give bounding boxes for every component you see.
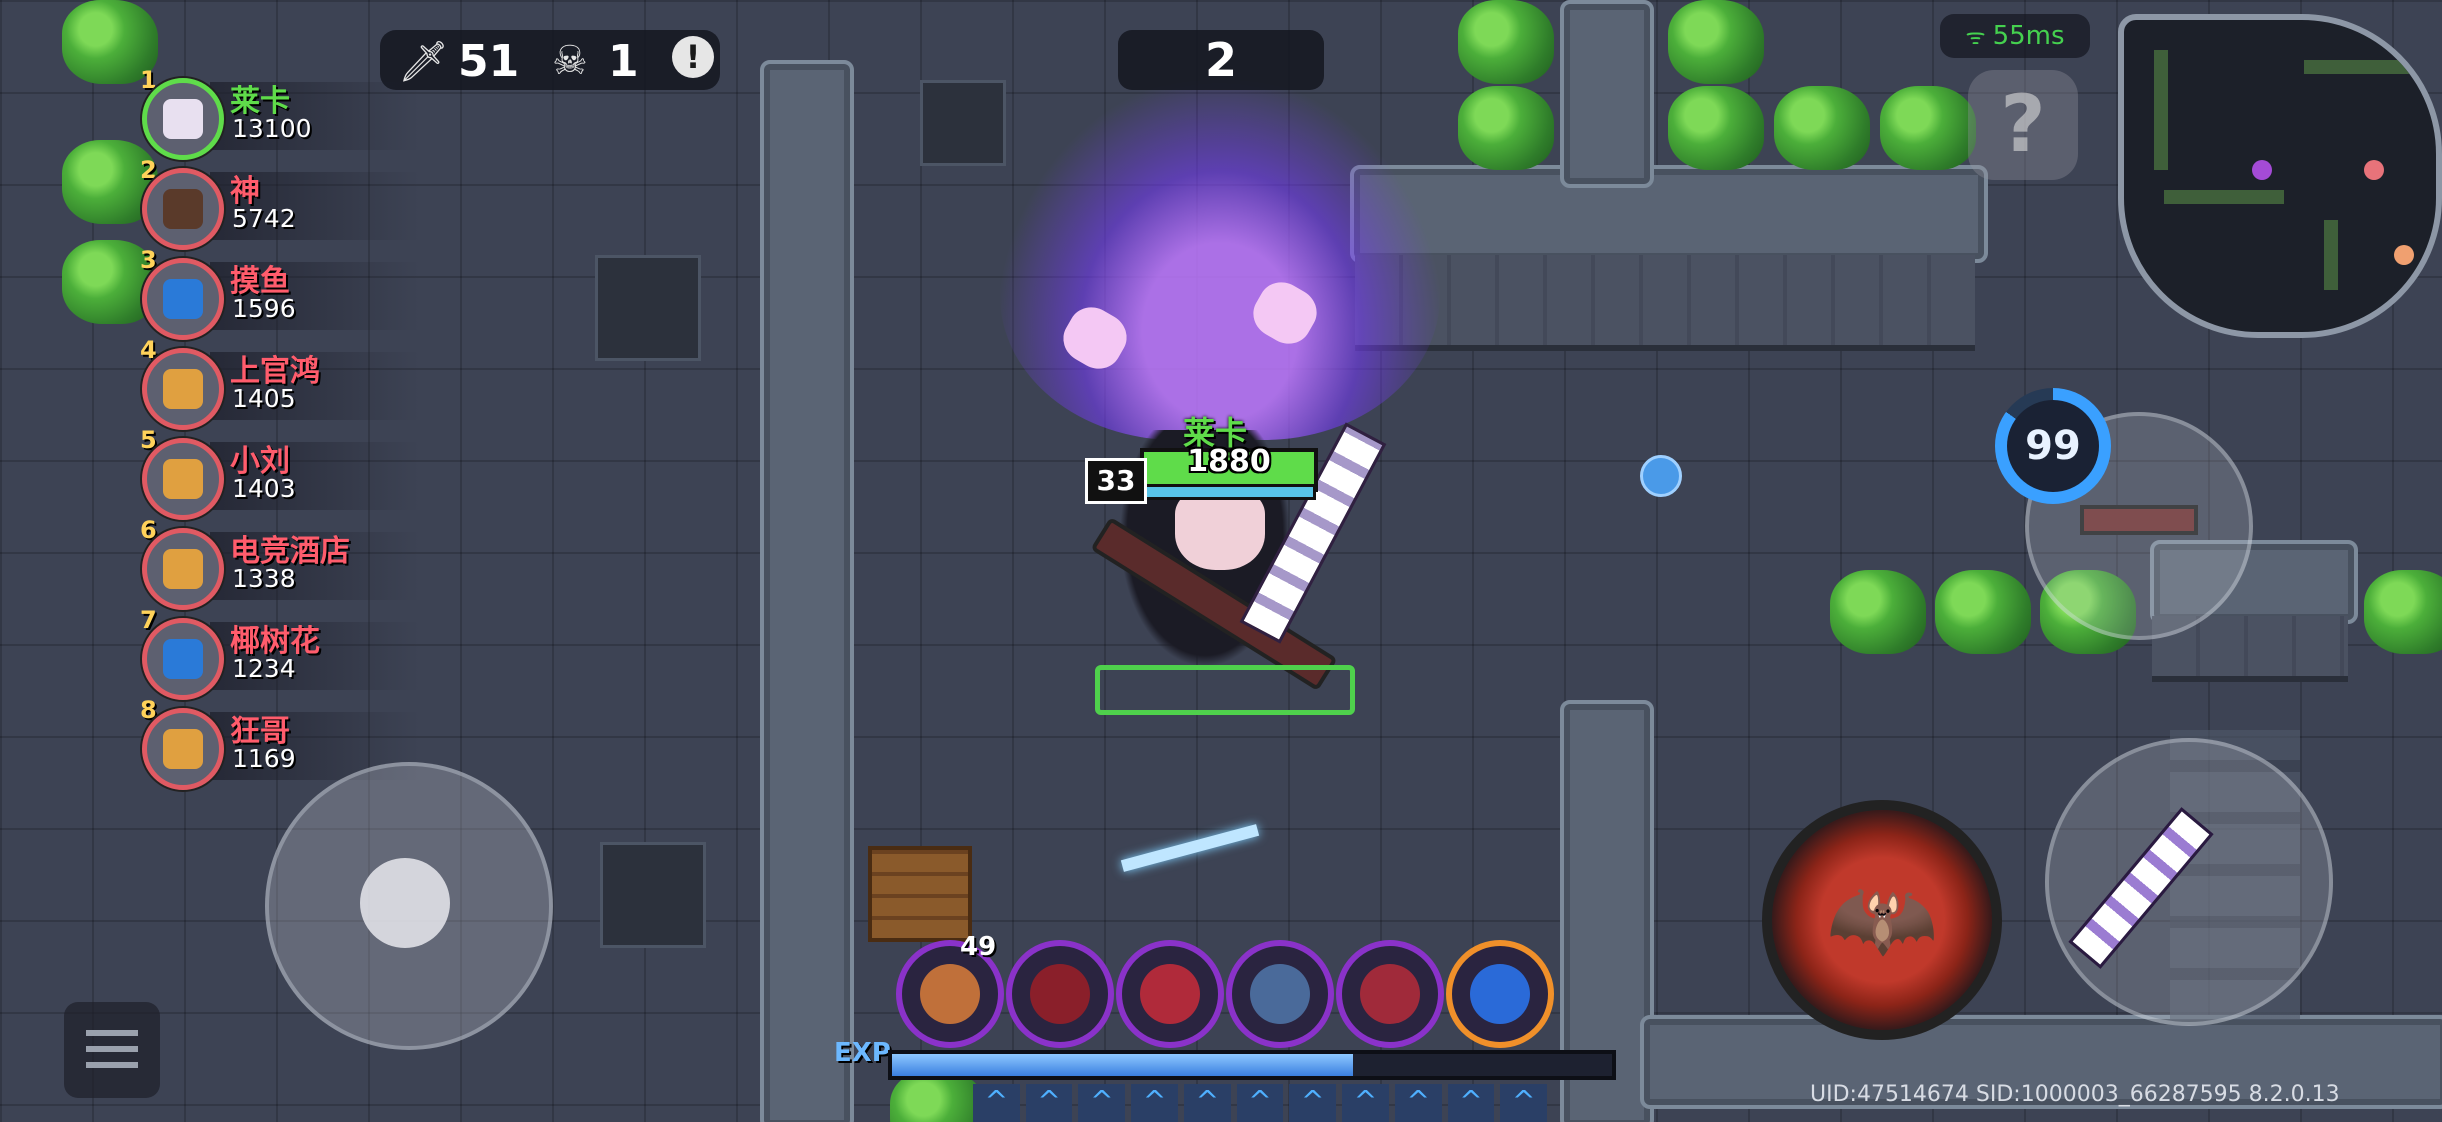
kills-count: 51 bbox=[458, 36, 520, 87]
horizontal-wall bbox=[1350, 165, 1988, 263]
skull-icon: ☠ bbox=[552, 38, 588, 84]
ability-slot-spikes[interactable] bbox=[1006, 940, 1114, 1048]
chevron-up-icon: ^ bbox=[1131, 1084, 1178, 1122]
minimap[interactable] bbox=[2118, 14, 2442, 338]
ability-slot-skull[interactable] bbox=[1336, 940, 1444, 1048]
energy-orb bbox=[1640, 455, 1682, 497]
chevron-up-icon: ^ bbox=[1236, 1084, 1284, 1122]
player-ground-marker bbox=[1095, 665, 1355, 715]
minimap-wall bbox=[2324, 220, 2338, 290]
ability-slot-demon[interactable] bbox=[1116, 940, 1224, 1048]
bush bbox=[1668, 0, 1764, 84]
leaderboard-row: 5 小刘 1403 bbox=[60, 426, 420, 520]
wifi-icon: ᯤ bbox=[1965, 25, 1993, 50]
brick-wall-face bbox=[1355, 255, 1975, 351]
exclamation-icon[interactable]: ! bbox=[672, 36, 714, 78]
leaderboard-score: 1596 bbox=[232, 294, 296, 323]
round-counter: 2 bbox=[1118, 30, 1324, 90]
avatar bbox=[142, 348, 224, 430]
leaderboard-score: 1234 bbox=[232, 654, 296, 683]
bush bbox=[1830, 570, 1926, 654]
bush bbox=[1458, 0, 1554, 84]
avatar bbox=[142, 438, 224, 520]
bush bbox=[1668, 86, 1764, 170]
wooden-crate bbox=[868, 846, 972, 942]
chevron-up-icon: ^ bbox=[1394, 1084, 1442, 1122]
chevron-up-icon: ^ bbox=[1500, 1084, 1548, 1122]
leaderboard-row: 4 上官鸿 1405 bbox=[60, 336, 420, 430]
bush bbox=[1880, 86, 1976, 170]
player-face bbox=[1175, 490, 1265, 570]
floor-panel bbox=[600, 842, 706, 948]
ping-value: 55ms bbox=[1992, 21, 2065, 51]
deaths-count: 1 bbox=[608, 36, 639, 87]
chevron-up-icon: ^ bbox=[1183, 1084, 1231, 1122]
player-hp-value: 1880 bbox=[1187, 444, 1271, 479]
bush bbox=[2364, 570, 2442, 654]
chevron-up-icon: ^ bbox=[1342, 1084, 1389, 1122]
bush bbox=[1458, 86, 1554, 170]
leaderboard-score: 1405 bbox=[232, 384, 296, 413]
ability-slot-knight[interactable] bbox=[1226, 940, 1334, 1048]
player-shield-bar bbox=[1140, 484, 1316, 500]
uid-text: UID:47514674 SID:1000003_66287595 8.2.0.… bbox=[1810, 1082, 2340, 1107]
leaderboard-score: 1403 bbox=[232, 474, 296, 503]
ping-indicator: ᯤ 55ms bbox=[1940, 14, 2090, 58]
dropped-sword[interactable] bbox=[1120, 824, 1260, 872]
minimap-wall bbox=[2154, 50, 2168, 170]
help-button[interactable]: ? bbox=[1968, 70, 2078, 180]
leaderboard-row: 2 神 5742 bbox=[60, 156, 420, 250]
leaderboard-row: 6 电竞酒店 1338 bbox=[60, 516, 420, 610]
chevron-up-icon: ^ bbox=[973, 1084, 1020, 1122]
bush bbox=[1774, 86, 1870, 170]
floor-panel bbox=[920, 80, 1006, 166]
chevron-up-icon: ^ bbox=[1447, 1084, 1495, 1122]
wall-segment bbox=[1560, 0, 1654, 188]
exp-label: EXP bbox=[834, 1038, 891, 1068]
leaderboard-score: 1338 bbox=[232, 564, 296, 593]
avatar bbox=[142, 708, 224, 790]
exp-bar-fill bbox=[892, 1054, 1353, 1076]
minimap-enemy-marker bbox=[2394, 245, 2414, 265]
kill-death-panel: 🗡 51 ☠ 1 ! bbox=[380, 30, 720, 90]
chevron-up-icon: ^ bbox=[1289, 1084, 1337, 1122]
ability-count: 49 bbox=[960, 932, 997, 962]
floor-panel bbox=[595, 255, 701, 361]
leaderboard-row: 3 摸鱼 1596 bbox=[60, 246, 420, 340]
chevron-up-icon: ^ bbox=[1025, 1084, 1073, 1122]
avatar bbox=[142, 528, 224, 610]
chevron-up-icon: ^ bbox=[1078, 1084, 1126, 1122]
leaderboard-score: 1169 bbox=[232, 744, 296, 773]
leaderboard-row: 1 莱卡 13100 bbox=[60, 66, 420, 160]
minimap-enemy-marker bbox=[2364, 160, 2384, 180]
bat-icon: 🦇 bbox=[1825, 867, 1939, 972]
skill-button[interactable]: 🦇 bbox=[1762, 800, 2002, 1040]
player-aura bbox=[1000, 80, 1440, 440]
avatar bbox=[142, 618, 224, 700]
energy-value: 99 bbox=[2007, 400, 2099, 492]
leaderboard-row: 7 椰树花 1234 bbox=[60, 606, 420, 700]
bush bbox=[1935, 570, 2031, 654]
level-arrows: ^ ^ ^ ^ ^ ^ ^ ^ ^ ^ ^ bbox=[970, 1084, 1550, 1122]
movement-joystick-knob[interactable] bbox=[360, 858, 450, 948]
minimap-player-marker bbox=[2252, 160, 2272, 180]
leaderboard-score: 5742 bbox=[232, 204, 296, 233]
avatar bbox=[142, 78, 224, 160]
menu-button[interactable] bbox=[64, 1002, 160, 1098]
minimap-wall bbox=[2304, 60, 2414, 74]
attack-joystick[interactable] bbox=[2045, 738, 2333, 1026]
vertical-wall bbox=[760, 60, 854, 1122]
minimap-wall bbox=[2164, 190, 2284, 204]
avatar bbox=[142, 168, 224, 250]
avatar bbox=[142, 258, 224, 340]
player-level-badge: 33 bbox=[1085, 458, 1147, 504]
ability-slot-sword[interactable] bbox=[1446, 940, 1554, 1048]
leaderboard-score: 13100 bbox=[232, 114, 312, 143]
